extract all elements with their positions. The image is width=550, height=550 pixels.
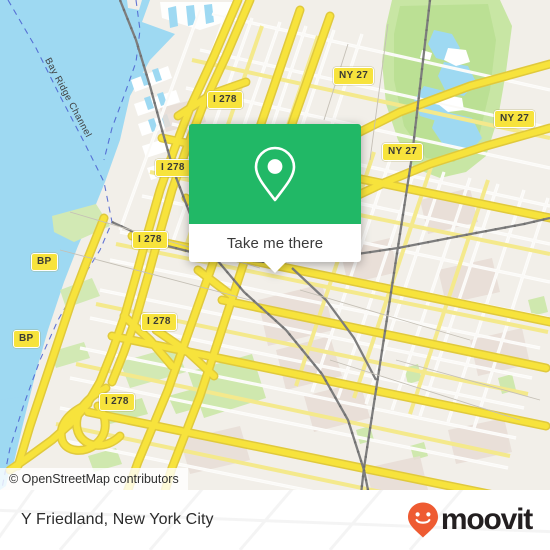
highway-shield-i278-e[interactable]: I 278 <box>99 393 135 411</box>
moovit-pin-icon <box>407 502 438 538</box>
highway-shield-ny27-a[interactable]: NY 27 <box>333 67 375 85</box>
popup-card-pointer <box>264 262 286 273</box>
location-popup-card[interactable]: Take me there <box>189 124 361 273</box>
map-pin-icon <box>254 146 296 202</box>
footer-bar: Y Friedland, New York City moovit <box>0 490 550 550</box>
highway-shield-i278-b[interactable]: I 278 <box>155 159 191 177</box>
moovit-map-screen: Bay Ridge Channel I 278 NY 27 NY 27 NY 2… <box>0 0 550 550</box>
highway-shield-ny27-b[interactable]: NY 27 <box>494 110 536 128</box>
highway-shield-i278-c[interactable]: I 278 <box>132 231 168 249</box>
highway-shield-bp-a[interactable]: BP <box>31 253 58 271</box>
moovit-wordmark: moovit <box>440 503 533 536</box>
highway-shield-i278-d[interactable]: I 278 <box>141 313 177 331</box>
map-attribution[interactable]: © OpenStreetMap contributors <box>0 468 188 490</box>
highway-shield-ny27-c[interactable]: NY 27 <box>382 143 424 161</box>
popup-card-body[interactable]: Take me there <box>189 224 361 273</box>
attribution-text: © OpenStreetMap contributors <box>9 472 179 486</box>
highway-shield-bp-b[interactable]: BP <box>13 330 40 348</box>
take-me-there-label: Take me there <box>226 234 324 252</box>
place-name-label: Y Friedland, New York City <box>21 511 214 528</box>
moovit-logo[interactable]: moovit <box>406 501 533 539</box>
highway-shield-i278-a[interactable]: I 278 <box>207 91 243 109</box>
popup-card-header <box>189 124 361 224</box>
